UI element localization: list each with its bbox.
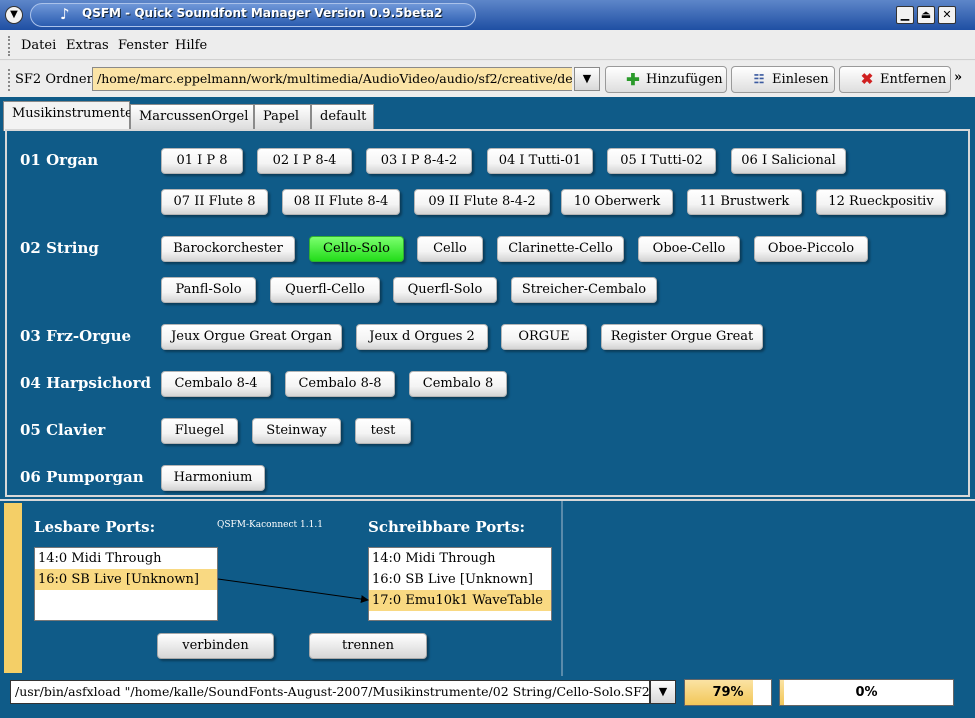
command-dropdown[interactable]: ▼ xyxy=(650,680,676,704)
dropdown-arrow-icon: ▼ xyxy=(658,685,668,698)
progress-text: 0% xyxy=(855,685,878,700)
progress-text: 79% xyxy=(712,685,744,700)
connect-button[interactable]: verbinden xyxy=(157,633,274,659)
disconnect-button[interactable]: trennen xyxy=(309,633,427,659)
progress-bar-2: 0% xyxy=(779,679,954,706)
progress-bar-1: 79% xyxy=(684,679,772,706)
command-input[interactable]: /usr/bin/asfxload "/home/kalle/SoundFont… xyxy=(10,680,650,704)
connection-line xyxy=(217,578,369,603)
